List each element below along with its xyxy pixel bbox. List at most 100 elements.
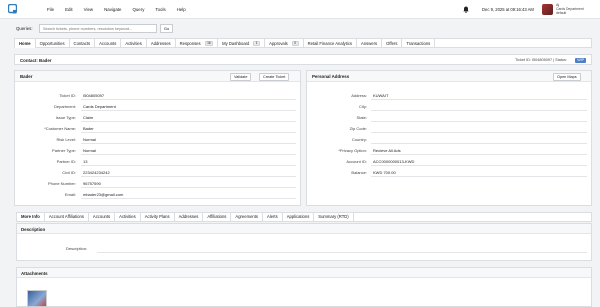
- field-label: Civil ID:: [62, 170, 76, 175]
- field-underline: [81, 132, 296, 133]
- field-account-id: Account ID: ACC0000000013-KWD: [307, 156, 591, 166]
- tab-more-info[interactable]: More Info: [17, 213, 45, 221]
- tab-answers[interactable]: Answers: [357, 39, 383, 48]
- field-value[interactable]: Claim: [83, 115, 93, 120]
- field-underline: [371, 121, 587, 122]
- menu-edit[interactable]: Edit: [65, 7, 73, 12]
- field-value[interactable]: ACC0000000013-KWD: [373, 159, 414, 164]
- field-label: State:: [356, 115, 367, 120]
- tab-agreements[interactable]: Agreements: [231, 213, 263, 221]
- section-title: Description: [21, 227, 46, 232]
- field-underline: [371, 99, 587, 100]
- tab-offers[interactable]: Offers: [382, 39, 403, 48]
- field-underline: [81, 121, 296, 122]
- tab-contacts[interactable]: Contacts: [70, 39, 96, 48]
- tab-badge: 0: [291, 40, 299, 47]
- description-input[interactable]: [97, 252, 587, 253]
- field-value[interactable]: mbader23@gmail.com: [83, 192, 123, 197]
- tab-accounts-detail[interactable]: Accounts: [89, 213, 116, 221]
- field-value[interactable]: Normal: [83, 148, 96, 153]
- tab-my-dashboard[interactable]: My Dashboard 1: [218, 39, 266, 48]
- field-value[interactable]: 96757590: [83, 181, 101, 186]
- field-value[interactable]: I504805097: [83, 93, 104, 98]
- tab-activities[interactable]: Activities: [121, 39, 147, 48]
- tab-label: Offers: [386, 41, 398, 46]
- tab-label: Answers: [361, 41, 378, 46]
- field-value[interactable]: 13: [83, 159, 87, 164]
- menu-query[interactable]: Query: [132, 7, 144, 12]
- attachment-thumbnail[interactable]: [27, 290, 47, 307]
- app-logo-icon: [8, 4, 17, 14]
- field-partner-id: Partner ID: 13: [15, 156, 300, 166]
- field-value[interactable]: Normal: [83, 137, 96, 142]
- tab-approvals[interactable]: Approvals 0: [265, 39, 304, 48]
- field-label: Email:: [64, 192, 76, 197]
- query-go-button[interactable]: Go: [160, 24, 173, 33]
- menu-view[interactable]: View: [84, 7, 93, 12]
- attachments-section: Attachments: [16, 267, 592, 307]
- field-underline: [81, 176, 296, 177]
- tab-activities-detail[interactable]: Activities: [115, 213, 141, 221]
- tab-label: Home: [19, 41, 31, 46]
- contact-title: Contact: Bader: [20, 58, 52, 63]
- status-badge: WIP: [575, 58, 586, 63]
- field-underline: [371, 154, 587, 155]
- field-value[interactable]: KWD 700.00: [373, 170, 396, 175]
- menu-tools[interactable]: Tools: [155, 7, 165, 12]
- tab-addresses[interactable]: Addresses: [147, 39, 176, 48]
- field-address: Address: KUWAIT: [307, 90, 591, 100]
- contact-title-bar: Contact: Bader Ticket ID: I504805097 | S…: [14, 54, 592, 65]
- tab-applications[interactable]: Applications: [283, 213, 315, 221]
- tab-opportunities[interactable]: Opportunities: [36, 39, 70, 48]
- tab-transactions[interactable]: Transactions: [402, 39, 436, 48]
- field-underline: [371, 165, 587, 166]
- field-underline: [81, 110, 296, 111]
- tab-addresses-detail[interactable]: Addresses: [175, 213, 204, 221]
- tab-label: Addresses: [150, 41, 171, 46]
- tab-affiliations[interactable]: Affiliations: [203, 213, 232, 221]
- field-issue-type: Issue Type: Claim: [15, 112, 300, 122]
- tab-accounts[interactable]: Accounts: [95, 39, 122, 48]
- section-header: Attachments: [17, 268, 591, 278]
- field-label: Balance:: [351, 170, 367, 175]
- tab-retail-finance-analytics[interactable]: Retail Finance Analytics: [304, 39, 358, 48]
- menu-navigate[interactable]: Navigate: [104, 7, 121, 12]
- tab-account-affiliations[interactable]: Account Affiliations: [45, 213, 89, 221]
- field-underline: [371, 143, 587, 144]
- tab-responses[interactable]: Responses 16: [176, 39, 219, 48]
- user-info[interactable]: Aj Cards Department default: [556, 3, 584, 16]
- tab-home[interactable]: Home: [15, 39, 36, 48]
- field-value[interactable]: Recieve All Ads: [373, 148, 401, 153]
- query-input[interactable]: [39, 24, 157, 33]
- bell-icon[interactable]: [463, 6, 469, 13]
- panel-title: Bader: [20, 74, 33, 79]
- open-maps-button[interactable]: Open Maps: [553, 73, 581, 81]
- field-value[interactable]: KUWAIT: [373, 93, 388, 98]
- field-underline: [81, 143, 296, 144]
- description-field: Description:: [17, 242, 593, 254]
- field-phone-number: Phone Number: 96757590: [15, 178, 300, 188]
- field-underline: [81, 99, 296, 100]
- create-ticket-button[interactable]: Create Ticket: [259, 73, 290, 81]
- tab-summary-rtd[interactable]: Summary (RTD): [314, 213, 354, 221]
- field-partner-type: Partner Type: Normal: [15, 145, 300, 155]
- field-value[interactable]: 223424234242: [83, 170, 110, 175]
- field-underline: [371, 176, 587, 177]
- tab-alerts[interactable]: Alerts: [263, 213, 283, 221]
- validate-button[interactable]: Validate: [230, 73, 252, 81]
- user-avatar[interactable]: [542, 4, 553, 15]
- field-civil-id: Civil ID: 223424234242: [15, 167, 300, 177]
- field-label: Address:: [351, 93, 367, 98]
- field-privacy-option: *Privacy Option: Recieve All Ads: [307, 145, 591, 155]
- tab-activity-plans[interactable]: Activity Plans: [141, 213, 175, 221]
- field-label: Partner ID:: [56, 159, 76, 164]
- field-risk-level: Risk Level: Normal: [15, 134, 300, 144]
- menu-help[interactable]: Help: [177, 7, 186, 12]
- menu-file[interactable]: File: [47, 7, 54, 12]
- field-zip-code: Zip Code:: [307, 123, 591, 133]
- field-value[interactable]: Cards Department: [83, 104, 116, 109]
- field-value[interactable]: Bader: [83, 126, 94, 131]
- contact-details-panel: Bader Validate Create Ticket Ticket ID: …: [14, 70, 301, 206]
- status-label: Status:: [555, 58, 567, 62]
- field-label: Phone Number:: [47, 181, 76, 186]
